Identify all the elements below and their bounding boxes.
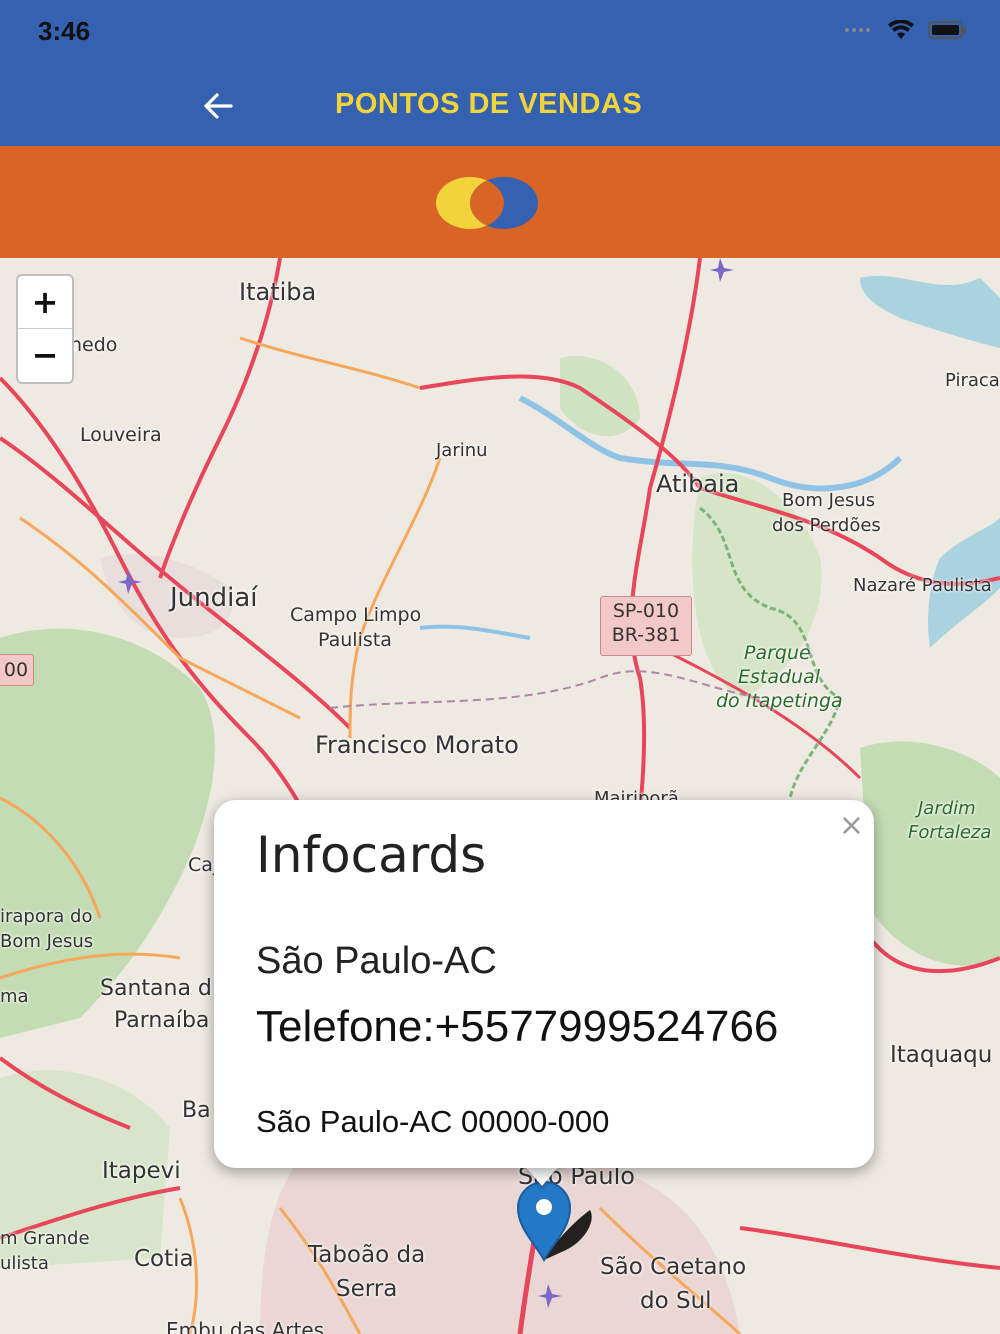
map-label-dos-perdoes: dos Perdões (772, 515, 881, 536)
map-label-itaquaqu: Itaquaqu (890, 1042, 993, 1068)
map-label-estadual: Estadual (738, 666, 821, 688)
shield-sp-label: SP-010 (612, 600, 680, 622)
map-label-jarinu: Jarinu (436, 440, 488, 461)
map-label-jundiai: Jundiaí (170, 583, 258, 613)
close-icon[interactable]: × (839, 808, 864, 843)
zoom-in-button[interactable]: + (18, 276, 72, 329)
zoom-control: + − (16, 274, 74, 384)
map-label-serra: Serra (336, 1276, 398, 1302)
map-label-jardim: Jardim (918, 798, 976, 819)
map-label-parque: Parque (744, 642, 811, 664)
map-label-embu: Embu das Artes (166, 1318, 325, 1334)
map-marker-icon[interactable] (516, 1180, 596, 1264)
map-label-ulista: ulista (0, 1253, 49, 1274)
popup-city: São Paulo-AC (256, 940, 497, 982)
map-label-itatiba: Itatiba (239, 278, 317, 306)
map-label-campo-limpo: Campo Limpo (290, 604, 422, 626)
popup-address: São Paulo-AC 00000-000 (256, 1104, 610, 1139)
map-label-atibaia: Atibaia (656, 470, 740, 498)
status-bar: 3:46 (0, 0, 1000, 64)
info-popup: × Infocards São Paulo-AC Telefone:+55779… (214, 800, 874, 1168)
map-label-itapetinga: do Itapetinga (716, 690, 843, 712)
map-label-m-grande: m Grande (0, 1228, 90, 1249)
map-label-bom-jesus-2: Bom Jesus (0, 931, 94, 952)
status-time: 3:46 (38, 16, 91, 46)
map-label-fortaleza: Fortaleza (908, 822, 992, 843)
map-label-ma: ma (0, 986, 29, 1007)
back-button[interactable] (196, 84, 240, 128)
arrow-left-icon (204, 93, 233, 119)
map-label-taboao: Taboão da (308, 1242, 426, 1268)
wifi-icon (888, 20, 914, 39)
map-label-bom-jesus: Bom Jesus (782, 490, 876, 511)
map-label-cotia: Cotia (134, 1246, 194, 1272)
map-label-itapevi: Itapevi (102, 1158, 181, 1184)
highway-shield-sp010: SP-010 BR-381 (600, 596, 692, 656)
page-title: PONTOS DE VENDAS (335, 88, 643, 120)
map-label-nazare: Nazaré Paulista (853, 575, 992, 596)
battery-icon (928, 21, 966, 39)
brand-logo (436, 177, 538, 229)
map-view[interactable]: Itatiba hedo Piraca Louveira Jarinu Atib… (0, 258, 1000, 1334)
map-label-ba: Ba (182, 1098, 211, 1123)
map-label-do-sul: do Sul (640, 1288, 712, 1314)
map-label-louveira: Louveira (80, 424, 162, 446)
map-label-hedo: hedo (70, 334, 118, 356)
popup-phone[interactable]: Telefone:+5577999524766 (256, 1002, 778, 1052)
map-label-pirapora: irapora do (0, 906, 93, 927)
map-label-francisco-morato: Francisco Morato (315, 731, 519, 759)
status-icons (844, 20, 968, 40)
map-label-paulista: Paulista (318, 629, 392, 651)
zoom-out-button[interactable]: − (18, 329, 72, 381)
highway-shield-left: 00 (0, 654, 34, 686)
map-label-sao-caetano: São Caetano (600, 1254, 747, 1280)
shield-br-label: BR-381 (611, 624, 681, 646)
map-label-piraca: Piraca (945, 370, 1000, 391)
map-label-parnaiba: Parnaíba (114, 1008, 210, 1033)
app-bar: PONTOS DE VENDAS (0, 64, 1000, 146)
map-label-santana: Santana d (100, 976, 212, 1001)
popup-title: Infocards (256, 826, 487, 884)
signal-icon (845, 28, 870, 32)
